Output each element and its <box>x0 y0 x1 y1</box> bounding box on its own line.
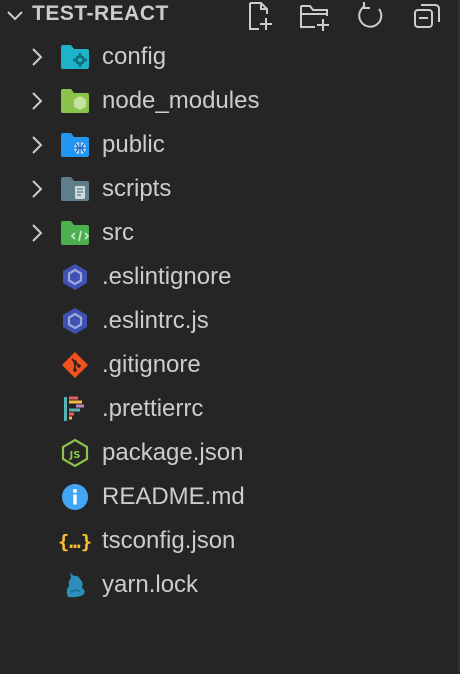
tree-item-label: package.json <box>102 439 244 466</box>
nodejs-icon: JS <box>61 438 89 468</box>
tree-item-label: config <box>102 43 167 70</box>
tree-item-scripts[interactable]: scripts <box>0 167 460 211</box>
yarn-icon <box>66 573 85 598</box>
chevron-right-icon[interactable] <box>28 135 46 155</box>
chevron-down-icon[interactable] <box>4 4 26 26</box>
tree-item-prettierrc[interactable]: .prettierrc <box>0 387 460 431</box>
tree-item-label: yarn.lock <box>102 571 199 598</box>
folder-config-icon <box>61 45 89 69</box>
tree-item-label: node_modules <box>102 87 260 114</box>
refresh-button[interactable] <box>352 0 390 32</box>
folder-node-icon <box>61 89 89 113</box>
git-icon <box>62 352 88 378</box>
collapse-all-icon <box>414 4 440 28</box>
tree-item-public[interactable]: public <box>0 123 460 167</box>
file-tree: config node_modules public scripts src .… <box>0 35 460 607</box>
new-folder-icon <box>300 5 329 31</box>
tree-item-src[interactable]: src <box>0 211 460 255</box>
tree-item-label: tsconfig.json <box>102 527 236 554</box>
tree-item-config[interactable]: config <box>0 35 460 79</box>
tree-item-gitignore[interactable]: .gitignore <box>0 343 460 387</box>
prettier-icon <box>64 396 84 421</box>
tree-item-label: .gitignore <box>102 351 201 378</box>
tree-item-label: .prettierrc <box>102 395 204 422</box>
tree-item-eslintignore[interactable]: .eslintignore <box>0 255 460 299</box>
tree-item-node-modules[interactable]: node_modules <box>0 79 460 123</box>
tree-item-tsconfig[interactable]: {…} tsconfig.json <box>0 519 460 563</box>
new-folder-button[interactable] <box>296 0 334 32</box>
info-icon <box>62 484 88 510</box>
refresh-icon <box>358 2 383 28</box>
tree-item-label: .eslintignore <box>102 263 232 290</box>
new-file-icon <box>249 2 272 30</box>
json-icon: {…} <box>58 531 92 553</box>
tree-item-label: public <box>102 131 165 158</box>
tree-item-label: scripts <box>102 175 172 202</box>
tree-item-label: README.md <box>102 483 245 510</box>
new-file-button[interactable] <box>240 0 278 32</box>
chevron-right-icon[interactable] <box>28 179 46 199</box>
folder-src-icon <box>61 221 90 245</box>
explorer-title: TEST-REACT <box>32 2 169 25</box>
collapse-all-button[interactable] <box>408 0 446 32</box>
explorer-section-header[interactable]: TEST-REACT <box>0 0 460 32</box>
tree-item-eslintrc[interactable]: .eslintrc.js <box>0 299 460 343</box>
explorer-actions <box>240 0 446 32</box>
svg-text:{…}: {…} <box>58 531 92 553</box>
tree-item-label: .eslintrc.js <box>102 307 209 334</box>
chevron-right-icon[interactable] <box>28 47 46 67</box>
tree-item-readme[interactable]: README.md <box>0 475 460 519</box>
eslint-icon <box>63 264 87 290</box>
chevron-right-icon[interactable] <box>28 223 46 243</box>
folder-scripts-icon <box>61 177 89 201</box>
svg-text:JS: JS <box>69 450 81 461</box>
tree-item-label: src <box>102 219 134 246</box>
eslint-icon <box>63 308 87 334</box>
folder-public-icon <box>61 133 89 157</box>
chevron-right-icon[interactable] <box>28 91 46 111</box>
tree-item-yarn-lock[interactable]: yarn.lock <box>0 563 460 607</box>
tree-item-package-json[interactable]: JS package.json <box>0 431 460 475</box>
